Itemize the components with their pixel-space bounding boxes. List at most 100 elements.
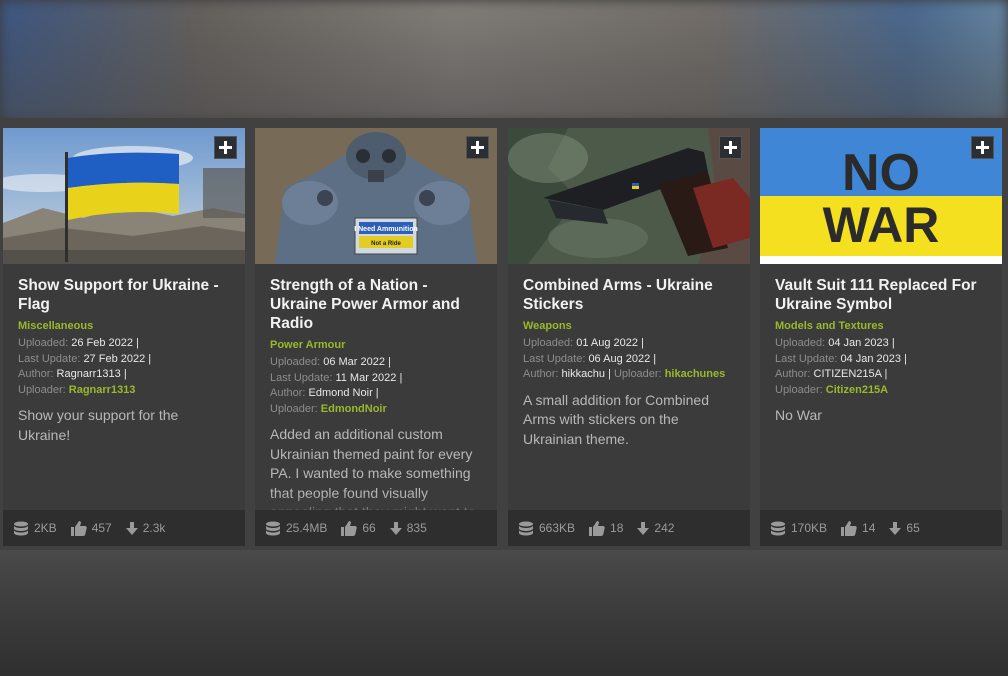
mod-stats: 663KB 18 242 xyxy=(508,510,750,546)
updated-label: Last Update: xyxy=(523,352,586,365)
add-to-collection-button[interactable] xyxy=(719,136,742,159)
ukraine-flag-landscape-image xyxy=(3,128,245,264)
uploaded-date: 06 Mar 2022 xyxy=(323,356,385,368)
uploaded-label: Uploaded: xyxy=(775,337,826,349)
mod-category[interactable]: Miscellaneous xyxy=(18,320,230,332)
download-icon xyxy=(889,521,902,535)
author-label: Author: xyxy=(775,368,811,380)
mod-title[interactable]: Vault Suit 111 Replaced For Ukraine Symb… xyxy=(775,276,987,314)
uploaded-label: Uploaded: xyxy=(270,356,321,368)
mod-meta: Uploaded: 04 Jan 2023 | Last Update: 04 … xyxy=(775,337,907,396)
mod-description: No War xyxy=(775,407,822,423)
power-armor-image: I Need Ammunition Not a Ride xyxy=(255,128,497,264)
thumbs-up-icon xyxy=(341,520,358,536)
updated-date: 04 Jan 2023 xyxy=(840,352,901,365)
endorsement-count: 66 xyxy=(362,521,376,535)
thumbs-up-icon xyxy=(589,520,605,536)
uploader-label: Uploader: xyxy=(775,383,823,396)
armor-sign-text-1: I Need Ammunition xyxy=(354,226,418,233)
database-icon xyxy=(14,521,28,535)
mod-stats: 25.4MB 66 835 xyxy=(255,510,497,546)
uploader-label: Uploader: xyxy=(270,402,318,415)
no-war-text-line2: WAR xyxy=(823,197,940,253)
mod-card[interactable]: Combined Arms - Ukraine Stickers Weapons… xyxy=(508,128,750,546)
plus-icon xyxy=(471,141,484,154)
mod-thumbnail[interactable]: I Need Ammunition Not a Ride xyxy=(255,128,497,264)
mod-category[interactable]: Models and Textures xyxy=(775,320,987,332)
no-war-text-line1: NO xyxy=(842,144,920,202)
mod-description: Show your support for the Ukraine! xyxy=(18,407,179,443)
uploader-label: Uploader: xyxy=(613,368,662,380)
mod-description: Added an additional custom Ukrainian the… xyxy=(270,426,475,520)
author-name: CITIZEN215A xyxy=(813,368,882,380)
author-name: Edmond Noir xyxy=(308,387,373,399)
mod-meta: Uploaded: 26 Feb 2022 | Last Update: 27 … xyxy=(18,337,152,396)
uploader-link[interactable]: hikachunes xyxy=(665,368,726,380)
thumbs-up-icon xyxy=(70,520,87,536)
mod-title[interactable]: Combined Arms - Ukraine Stickers xyxy=(523,276,735,314)
updated-label: Last Update: xyxy=(270,371,333,384)
mod-category[interactable]: Weapons xyxy=(523,320,735,332)
author-label: Author: xyxy=(18,368,54,380)
database-icon xyxy=(266,521,280,535)
endorsement-count: 14 xyxy=(862,521,876,535)
uploaded-date: 26 Feb 2022 xyxy=(71,337,133,349)
mod-card[interactable]: NO WAR Vault Suit 111 Replaced For Ukrai… xyxy=(760,128,1002,546)
updated-label: Last Update: xyxy=(775,352,838,365)
file-size: 2KB xyxy=(34,521,57,535)
mod-category[interactable]: Power Armour xyxy=(270,339,482,351)
armor-sign-text-2: Not a Ride xyxy=(371,241,401,247)
author-name: Ragnarr1313 xyxy=(56,368,121,380)
endorsement-count: 18 xyxy=(610,521,624,535)
mod-meta: Uploaded: 01 Aug 2022 | Last Update: 06 … xyxy=(523,337,726,380)
uploader-link[interactable]: EdmondNoir xyxy=(321,403,387,415)
mod-stats: 170KB 14 65 xyxy=(760,510,1002,546)
plus-icon xyxy=(219,141,232,154)
mod-meta: Uploaded: 06 Mar 2022 | Last Update: 11 … xyxy=(270,356,403,415)
plus-icon xyxy=(724,141,737,154)
file-size: 170KB xyxy=(791,521,828,535)
mod-card[interactable]: I Need Ammunition Not a Ride Strength of… xyxy=(255,128,497,546)
endorsement-count: 457 xyxy=(91,521,112,535)
no-war-image: NO WAR xyxy=(760,128,1002,264)
download-count: 65 xyxy=(906,521,920,535)
uploaded-date: 01 Aug 2022 xyxy=(576,337,639,349)
uploaded-label: Uploaded: xyxy=(523,337,574,349)
mod-title[interactable]: Show Support for Ukraine - Flag xyxy=(18,276,230,314)
file-size: 663KB xyxy=(539,521,576,535)
plus-icon xyxy=(976,141,989,154)
file-size: 25.4MB xyxy=(286,521,328,535)
download-count: 835 xyxy=(406,521,427,535)
download-icon xyxy=(125,521,138,535)
mod-stats: 2KB 457 2.3k xyxy=(3,510,245,546)
download-icon xyxy=(389,521,402,535)
uploader-link[interactable]: Ragnarr1313 xyxy=(69,384,136,396)
mod-title[interactable]: Strength of a Nation - Ukraine Power Arm… xyxy=(270,276,482,333)
uploaded-date: 04 Jan 2023 xyxy=(828,337,889,349)
mod-card[interactable]: Show Support for Ukraine - Flag Miscella… xyxy=(3,128,245,546)
uploaded-label: Uploaded: xyxy=(18,337,69,349)
uploader-link[interactable]: Citizen215A xyxy=(826,384,888,396)
mod-thumbnail[interactable]: NO WAR xyxy=(760,128,1002,264)
add-to-collection-button[interactable] xyxy=(214,136,237,159)
download-count: 242 xyxy=(654,521,675,535)
uploader-label: Uploader: xyxy=(18,383,66,396)
author-label: Author: xyxy=(270,387,306,399)
updated-date: 06 Aug 2022 xyxy=(588,352,651,365)
database-icon xyxy=(771,521,785,535)
page-bottom-background xyxy=(0,550,1008,676)
pistol-image xyxy=(508,128,750,264)
mod-thumbnail[interactable] xyxy=(508,128,750,264)
updated-label: Last Update: xyxy=(18,352,81,365)
download-count: 2.3k xyxy=(142,521,166,535)
author-label: Author: xyxy=(523,368,559,380)
database-icon xyxy=(519,521,533,535)
blurred-header-background xyxy=(0,0,1008,122)
add-to-collection-button[interactable] xyxy=(466,136,489,159)
author-name: hikkachu xyxy=(561,368,605,380)
updated-date: 27 Feb 2022 xyxy=(83,352,146,365)
mod-thumbnail[interactable] xyxy=(3,128,245,264)
add-to-collection-button[interactable] xyxy=(971,136,994,159)
mod-description: A small addition for Combined Arms with … xyxy=(523,391,709,447)
download-icon xyxy=(637,521,650,535)
